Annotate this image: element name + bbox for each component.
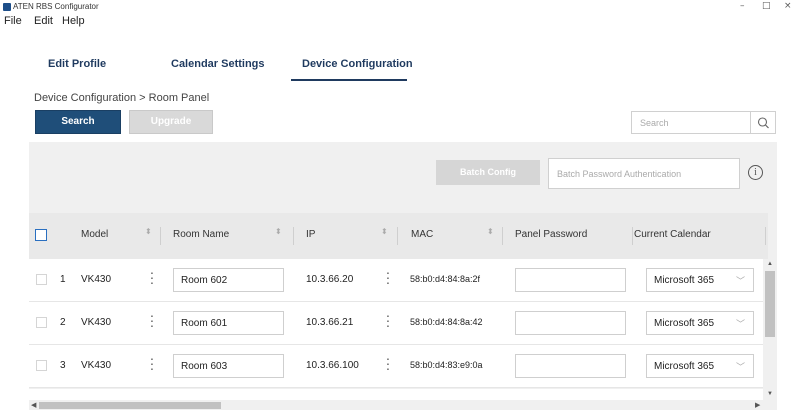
close-button[interactable]: × [784, 1, 792, 11]
header-model[interactable]: Model [81, 229, 108, 240]
more-vertical-icon[interactable]: · · · [385, 308, 391, 332]
header-current-calendar[interactable]: Current Calendar [634, 229, 711, 240]
model-cell: VK430 [81, 274, 112, 285]
mac-cell: 58:b0:d4:84:8a:42 [410, 317, 483, 327]
panel-password-input[interactable] [515, 268, 626, 292]
mac-cell: 58:b0:d4:84:8a:2f [410, 274, 481, 284]
chevron-down-icon: ﹀ [735, 276, 745, 286]
scroll-left-icon[interactable]: ◀ [31, 401, 36, 409]
info-icon[interactable]: i [748, 165, 763, 180]
sort-icon[interactable]: ⬍ [487, 227, 494, 236]
ip-cell: 10.3.66.21 [306, 317, 354, 328]
panel-password-input[interactable] [515, 311, 626, 335]
tab-bar: Edit Profile Calendar Settings Device Co… [0, 50, 797, 82]
calendar-select[interactable]: Microsoft 365 ﹀ [646, 354, 754, 378]
room-name-input[interactable]: Room 601 [173, 311, 284, 335]
row-index: 2 [60, 317, 66, 328]
more-vertical-icon[interactable]: · · · [149, 308, 155, 332]
horizontal-scroll-thumb[interactable] [39, 402, 221, 409]
scroll-right-icon[interactable]: ▶ [755, 401, 760, 409]
sort-icon[interactable]: ⬍ [275, 227, 282, 236]
search-icon-button[interactable] [751, 111, 776, 134]
room-name-input[interactable]: Room 602 [173, 268, 284, 292]
column-divider[interactable] [502, 227, 503, 245]
chevron-down-icon: ﹀ [735, 319, 745, 329]
table-row[interactable]: 2 VK430 · · · Room 601 10.3.66.21 · · · 58:b… [29, 302, 768, 345]
panel-password-input[interactable] [515, 354, 626, 378]
calendar-select[interactable]: Microsoft 365 ﹀ [646, 311, 754, 335]
ip-cell: 10.3.66.100 [306, 360, 359, 371]
calendar-select[interactable]: Microsoft 365 ﹀ [646, 268, 754, 292]
more-vertical-icon[interactable]: · · · [385, 265, 391, 289]
calendar-select-value: Microsoft 365 [654, 318, 715, 329]
column-divider[interactable] [160, 227, 161, 245]
room-name-input[interactable]: Room 603 [173, 354, 284, 378]
tab-edit-profile[interactable]: Edit Profile [48, 58, 106, 70]
header-mac[interactable]: MAC [411, 229, 433, 240]
maximize-button[interactable]: □ [762, 1, 771, 11]
row-index: 3 [60, 360, 66, 371]
row-checkbox[interactable] [36, 274, 47, 285]
vertical-scroll-thumb[interactable] [765, 271, 775, 337]
select-all-checkbox[interactable] [35, 229, 47, 241]
tab-calendar-settings[interactable]: Calendar Settings [171, 58, 265, 70]
header-panel-password[interactable]: Panel Password [515, 229, 587, 240]
breadcrumb: Device Configuration > Room Panel [34, 92, 210, 104]
row-checkbox[interactable] [36, 360, 47, 371]
minimize-button[interactable]: – [740, 1, 745, 11]
app-icon [3, 3, 11, 11]
sort-icon[interactable]: ⬍ [381, 227, 388, 236]
scroll-down-icon[interactable]: ▼ [767, 391, 773, 397]
header-room-name[interactable]: Room Name [173, 229, 229, 240]
menu-file[interactable]: File [4, 15, 22, 27]
more-vertical-icon[interactable]: · · · [149, 265, 155, 289]
row-checkbox[interactable] [36, 317, 47, 328]
batch-config-button[interactable]: Batch Config [436, 160, 540, 185]
search-input[interactable]: Search [631, 111, 751, 134]
chevron-down-icon: ﹀ [735, 362, 745, 372]
more-vertical-icon[interactable]: · · · [385, 351, 391, 375]
batch-password-input[interactable]: Batch Password Authentication [548, 158, 740, 189]
mac-cell: 58:b0:d4:83:e9:0a [410, 360, 483, 370]
scroll-up-icon[interactable]: ▲ [767, 261, 773, 267]
title-bar: ATEN RBS Configurator – □ × [0, 0, 797, 14]
column-divider[interactable] [765, 227, 766, 245]
search-icon [757, 117, 769, 129]
column-divider[interactable] [632, 227, 633, 245]
table-row[interactable]: 1 VK430 · · · Room 602 10.3.66.20 · · · 58:b… [29, 259, 768, 302]
calendar-select-value: Microsoft 365 [654, 361, 715, 372]
column-divider[interactable] [293, 227, 294, 245]
active-tab-indicator [291, 79, 407, 81]
more-vertical-icon[interactable]: · · · [149, 351, 155, 375]
menu-edit[interactable]: Edit [34, 15, 53, 27]
window-title: ATEN RBS Configurator [13, 2, 99, 11]
menu-help[interactable]: Help [62, 15, 85, 27]
ip-cell: 10.3.66.20 [306, 274, 354, 285]
calendar-select-value: Microsoft 365 [654, 275, 715, 286]
vertical-scrollbar[interactable]: ▲ ▼ [763, 259, 777, 401]
row-index: 1 [60, 274, 66, 285]
column-divider[interactable] [397, 227, 398, 245]
horizontal-scrollbar[interactable]: ◀ ▶ [29, 400, 763, 410]
model-cell: VK430 [81, 317, 112, 328]
tab-device-configuration[interactable]: Device Configuration [302, 58, 413, 70]
table-row[interactable]: 3 VK430 · · · Room 603 10.3.66.100 · · · 58:… [29, 345, 768, 388]
model-cell: VK430 [81, 360, 112, 371]
sort-icon[interactable]: ⬍ [145, 227, 152, 236]
upgrade-button[interactable]: Upgrade [129, 110, 213, 134]
search-button[interactable]: Search [35, 110, 121, 134]
menu-bar: File Edit Help [0, 14, 797, 30]
header-ip[interactable]: IP [306, 229, 315, 240]
table-header: Model ⬍ Room Name ⬍ IP ⬍ MAC ⬍ Panel Pas… [29, 213, 768, 259]
